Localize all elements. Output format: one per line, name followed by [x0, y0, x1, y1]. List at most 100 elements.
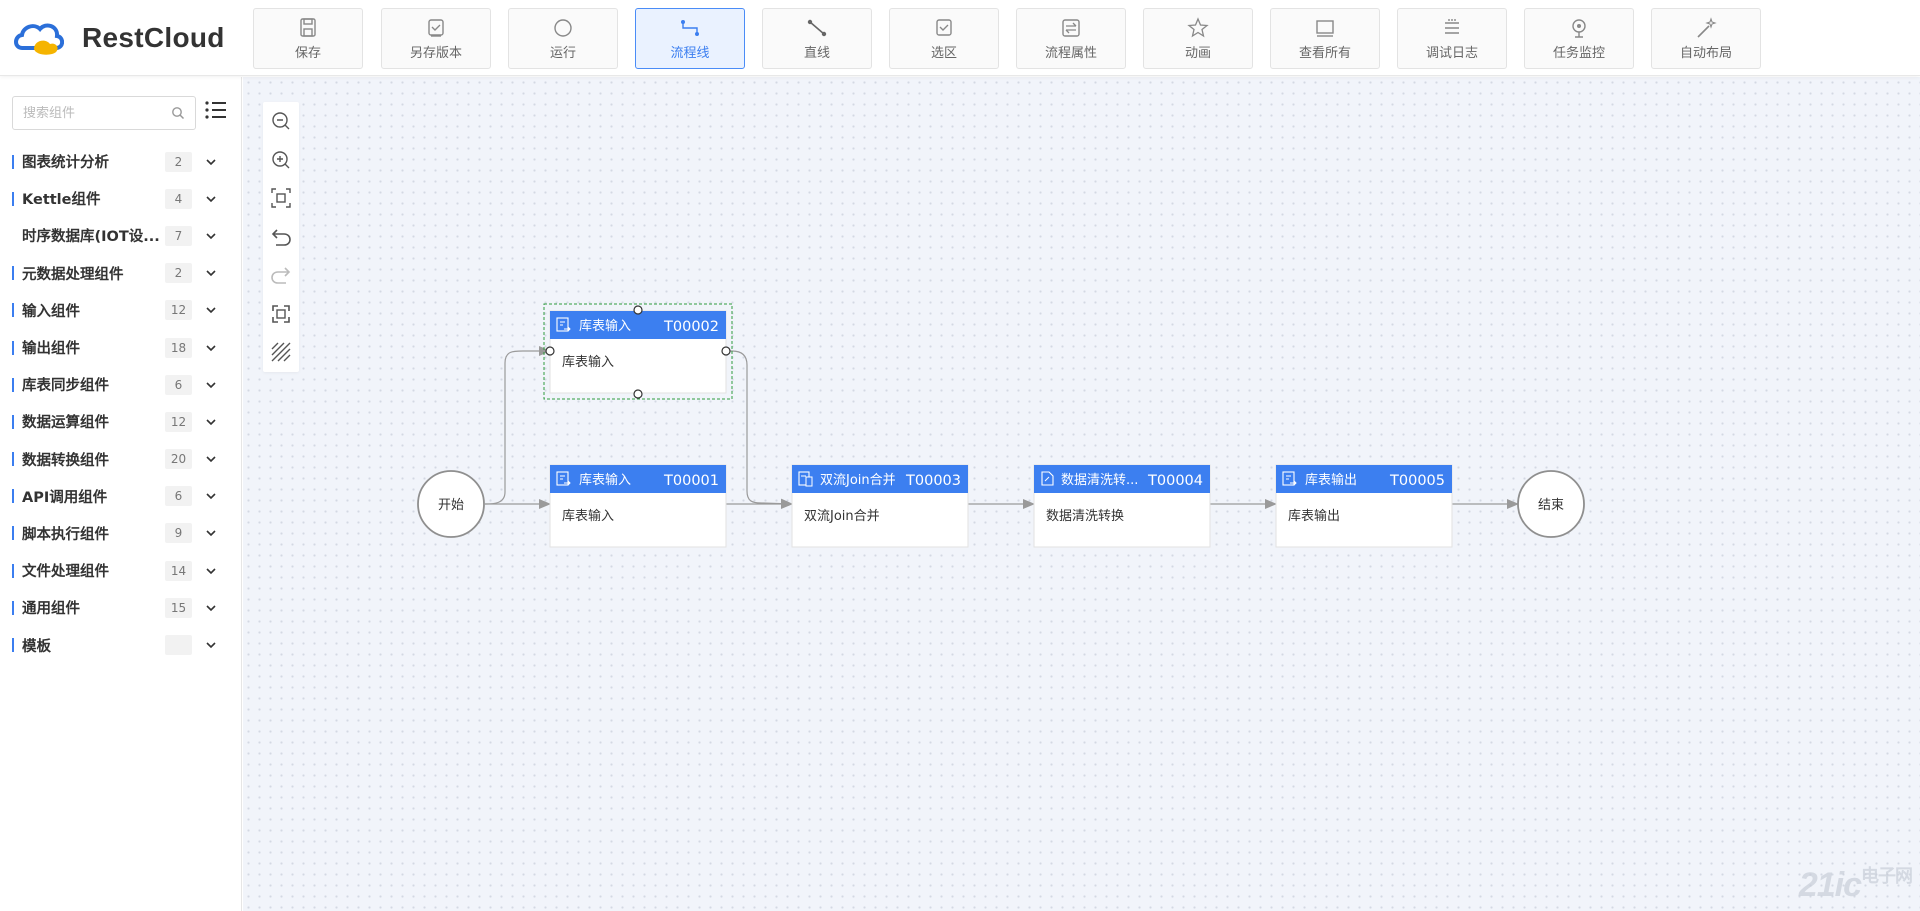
category-marker	[12, 526, 14, 541]
debug-log-button[interactable]: 调试日志	[1397, 8, 1507, 69]
category-item[interactable]: 库表同步组件 6	[0, 366, 242, 403]
svg-text:T00002: T00002	[663, 319, 719, 335]
search-input[interactable]	[23, 105, 163, 121]
chevron-down-icon[interactable]	[204, 266, 218, 280]
chevron-down-icon[interactable]	[204, 452, 218, 466]
start-node[interactable]: 开始	[417, 470, 485, 538]
straight-line-icon	[807, 19, 827, 36]
save-as-version-button[interactable]: 另存版本	[381, 8, 491, 69]
category-item[interactable]: 输入组件 12	[0, 292, 242, 329]
chevron-down-icon[interactable]	[204, 192, 218, 206]
category-item[interactable]: 元数据处理组件 2	[0, 255, 242, 292]
category-item[interactable]: 模板	[0, 626, 242, 663]
svg-text:库表输出: 库表输出	[1305, 472, 1357, 488]
edge-t2-t3[interactable]	[726, 350, 793, 509]
category-item[interactable]: 脚本执行组件 9	[0, 515, 242, 552]
chevron-down-icon[interactable]	[204, 638, 218, 652]
edge-start-t2[interactable]	[484, 346, 551, 505]
svg-text:数据清洗转...: 数据清洗转...	[1061, 473, 1138, 488]
anchor-right[interactable]	[721, 346, 731, 356]
category-marker	[12, 377, 14, 392]
svg-text:库表输出: 库表输出	[1288, 508, 1340, 524]
chevron-down-icon[interactable]	[204, 564, 218, 578]
main-toolbar: 保存 另存版本 运行 流程线 直线 选区 流程属性 动画 查看所有 调试日志 任…	[253, 8, 1778, 69]
category-count: 14	[165, 560, 192, 581]
category-count: 9	[165, 523, 192, 544]
save-button[interactable]: 保存	[253, 8, 363, 69]
selection-button[interactable]: 选区	[889, 8, 999, 69]
cloud-logo-icon	[12, 18, 65, 58]
component-sidebar: 图表统计分析2 Kettle组件4 时序数据库(IOT设...7 元数据处理组件…	[0, 77, 242, 911]
chevron-down-icon[interactable]	[204, 303, 218, 317]
svg-text:T00004: T00004	[1147, 473, 1203, 489]
view-all-button[interactable]: 查看所有	[1270, 8, 1380, 69]
anchor-left[interactable]	[545, 346, 555, 356]
category-item[interactable]: 时序数据库(IOT设... 7	[0, 217, 242, 254]
svg-text:双流Join合并: 双流Join合并	[804, 509, 880, 524]
category-count: 18	[165, 337, 192, 358]
category-item[interactable]: 数据转换组件 20	[0, 441, 242, 478]
chevron-down-icon[interactable]	[204, 526, 218, 540]
chevron-down-icon[interactable]	[204, 489, 218, 503]
category-item[interactable]: 文件处理组件 14	[0, 552, 242, 589]
debug-log-icon	[1445, 18, 1459, 34]
chevron-down-icon[interactable]	[204, 415, 218, 429]
svg-text:T00005: T00005	[1389, 473, 1445, 489]
node-t00004[interactable]: 数据清洗转... T00004 数据清洗转换	[1033, 464, 1211, 548]
category-item[interactable]: 通用组件 15	[0, 589, 242, 626]
node-t00001[interactable]: 库表输入 T00001 库表输入	[549, 464, 727, 548]
category-marker	[12, 638, 14, 653]
save-as-icon	[428, 18, 444, 37]
straight-line-button[interactable]: 直线	[762, 8, 872, 69]
end-label: 结束	[1538, 498, 1564, 513]
node-t00002[interactable]: 库表输入 T00002 库表输入	[543, 303, 733, 400]
chevron-down-icon[interactable]	[204, 341, 218, 355]
auto-layout-button[interactable]: 自动布局	[1651, 8, 1761, 69]
search-icon[interactable]	[171, 106, 185, 120]
svg-text:数据清洗转换: 数据清洗转换	[1046, 509, 1124, 524]
run-button[interactable]: 运行	[508, 8, 618, 69]
category-item[interactable]: Kettle组件 4	[0, 180, 242, 217]
category-marker	[12, 154, 14, 169]
brand-name: RestCloud	[82, 22, 225, 53]
svg-text:库表输入: 库表输入	[579, 318, 631, 334]
category-item[interactable]: 输出组件 18	[0, 329, 242, 366]
category-count: 6	[165, 486, 192, 507]
flow-canvas[interactable]: 开始 结束 库表输入 T00002 库表输入 库表输入 T00001 库表输入 …	[243, 77, 1920, 911]
anchor-bottom[interactable]	[633, 389, 643, 399]
category-marker	[12, 340, 14, 355]
task-monitor-button[interactable]: 任务监控	[1524, 8, 1634, 69]
selection-icon	[936, 18, 952, 36]
end-node[interactable]: 结束	[1517, 470, 1585, 538]
category-item[interactable]: 数据运算组件 12	[0, 403, 242, 440]
svg-text:双流Join合并: 双流Join合并	[820, 473, 896, 488]
chevron-down-icon[interactable]	[204, 601, 218, 615]
animation-button[interactable]: 动画	[1143, 8, 1253, 69]
node-t00005[interactable]: 库表输出 T00005 库表输出	[1275, 464, 1453, 548]
category-count: 4	[165, 188, 192, 209]
chevron-down-icon[interactable]	[204, 155, 218, 169]
anchor-top[interactable]	[633, 305, 643, 315]
auto-layout-icon	[1697, 16, 1717, 38]
category-marker	[12, 489, 14, 504]
view-all-icon	[1316, 19, 1334, 37]
task-monitor-icon	[1572, 18, 1586, 38]
category-item[interactable]: API调用组件 6	[0, 478, 242, 515]
svg-text:库表输入: 库表输入	[562, 508, 614, 524]
chevron-down-icon[interactable]	[204, 229, 218, 243]
chevron-down-icon[interactable]	[204, 378, 218, 392]
list-view-icon[interactable]	[204, 100, 228, 122]
svg-text:库表输入: 库表输入	[562, 354, 614, 370]
flow-graph[interactable]: 开始 结束 库表输入 T00002 库表输入 库表输入 T00001 库表输入 …	[243, 77, 1920, 911]
watermark: 21ic电子网	[1798, 866, 1913, 904]
flow-line-button[interactable]: 流程线	[635, 8, 745, 69]
category-marker	[12, 452, 14, 467]
category-count: 15	[165, 597, 192, 618]
flow-properties-button[interactable]: 流程属性	[1016, 8, 1126, 69]
svg-text:T00003: T00003	[905, 473, 961, 489]
node-t00003[interactable]: 双流Join合并 T00003 双流Join合并	[791, 464, 969, 548]
category-count: 20	[165, 449, 192, 470]
svg-text:T00001: T00001	[663, 473, 719, 489]
category-count: 12	[165, 411, 192, 432]
category-item[interactable]: 图表统计分析 2	[0, 143, 242, 180]
